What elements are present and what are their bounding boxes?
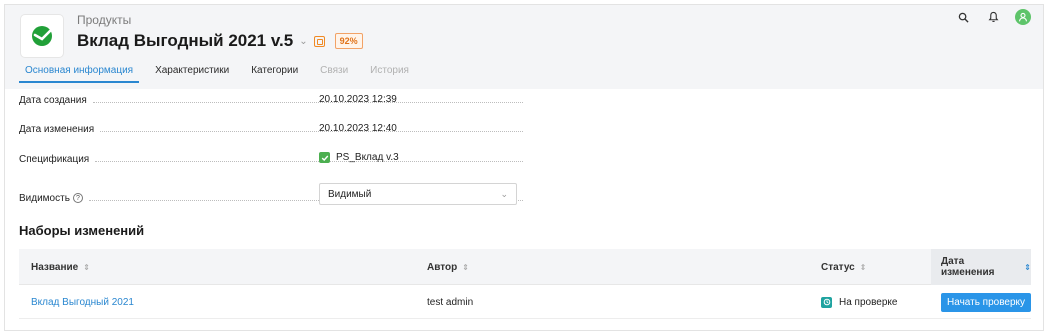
checkmark-icon — [319, 152, 330, 163]
column-header-label: Статус — [821, 261, 855, 273]
changeset-name-link[interactable]: Вклад Выгодный 2021 — [31, 285, 134, 319]
table-header: Название ⇕ Автор ⇕ Статус ⇕ Дата изменения ⇕ — [19, 249, 1031, 285]
changesets-table: Название ⇕ Автор ⇕ Статус ⇕ Дата изменения ⇕… — [19, 249, 1032, 319]
visibility-select-value: Видимый — [328, 188, 372, 200]
search-icon[interactable] — [955, 9, 971, 25]
top-toolbar — [955, 9, 1031, 25]
spec-label: Спецификация — [19, 153, 90, 165]
bell-icon[interactable] — [985, 9, 1001, 25]
tab-history: История — [370, 65, 409, 76]
completeness-badge: 92% — [334, 33, 363, 49]
column-header-label: Название — [31, 261, 79, 273]
sort-icon: ⇕ — [83, 262, 90, 272]
column-header-name[interactable]: Название ⇕ — [31, 249, 90, 285]
tab-bar: Основная информация Характеристики Катег… — [19, 63, 425, 83]
leader-dots — [92, 97, 523, 103]
sber-logo-icon — [21, 15, 63, 57]
column-header-label: Дата изменения — [941, 256, 995, 278]
column-header-label: Автор — [427, 261, 458, 273]
clock-icon — [821, 296, 832, 308]
tab-characteristics[interactable]: Характеристики — [149, 63, 235, 83]
spec-value[interactable]: PS_Вклад v.3 — [319, 152, 399, 163]
column-header-modified[interactable]: Дата изменения ⇕ — [931, 249, 1031, 285]
column-header-author[interactable]: Автор ⇕ — [427, 249, 469, 285]
visibility-select[interactable]: Видимый ⌄ — [319, 183, 517, 205]
created-label: Дата создания — [19, 94, 87, 106]
changeset-author: test admin — [427, 296, 474, 308]
changeset-status: На проверке — [821, 285, 897, 319]
field-specification: Спецификация — [19, 152, 529, 166]
field-modified: Дата изменения — [19, 122, 529, 136]
sort-icon: ⇕ — [1024, 262, 1031, 272]
sort-icon: ⇕ — [859, 262, 867, 272]
sort-icon: ⇕ — [462, 262, 469, 272]
breadcrumb[interactable]: Продукты — [77, 13, 131, 27]
created-value: 20.10.2023 12:39 — [319, 94, 397, 105]
table-row: Вклад Выгодный 2021 test admin На провер… — [19, 285, 1032, 319]
chevron-down-icon: ⌄ — [500, 189, 508, 199]
document-icon[interactable] — [313, 35, 325, 47]
tab-main-info[interactable]: Основная информация — [19, 63, 140, 83]
action-cell: Начать проверку — [941, 285, 1032, 319]
spec-value-text: PS_Вклад v.3 — [336, 152, 399, 163]
chevron-down-icon[interactable]: ⌄ — [299, 36, 307, 47]
page-title: Вклад Выгодный 2021 v.5 — [77, 31, 294, 50]
changesets-title: Наборы изменений — [19, 223, 145, 238]
leader-dots — [100, 126, 523, 132]
app-window: Продукты Вклад Выгодный 2021 v.5 ⌄ 92% О… — [4, 4, 1044, 331]
field-created: Дата создания — [19, 93, 529, 107]
help-icon[interactable]: ? — [72, 193, 83, 203]
modified-label: Дата изменения — [19, 123, 95, 135]
status-text: На проверке — [839, 296, 898, 308]
visibility-label: Видимость — [19, 192, 70, 204]
page-header: Продукты Вклад Выгодный 2021 v.5 ⌄ 92% О… — [5, 5, 1043, 89]
tab-links: Связи — [320, 65, 349, 76]
column-header-status[interactable]: Статус ⇕ — [821, 249, 866, 285]
start-review-button[interactable]: Начать проверку — [941, 292, 1032, 312]
modified-value: 20.10.2023 12:40 — [319, 123, 397, 134]
leader-dots — [95, 156, 523, 162]
tab-categories[interactable]: Категории — [245, 63, 304, 83]
title-row: Вклад Выгодный 2021 v.5 ⌄ 92% — [77, 29, 363, 53]
user-avatar-icon[interactable] — [1015, 9, 1031, 25]
